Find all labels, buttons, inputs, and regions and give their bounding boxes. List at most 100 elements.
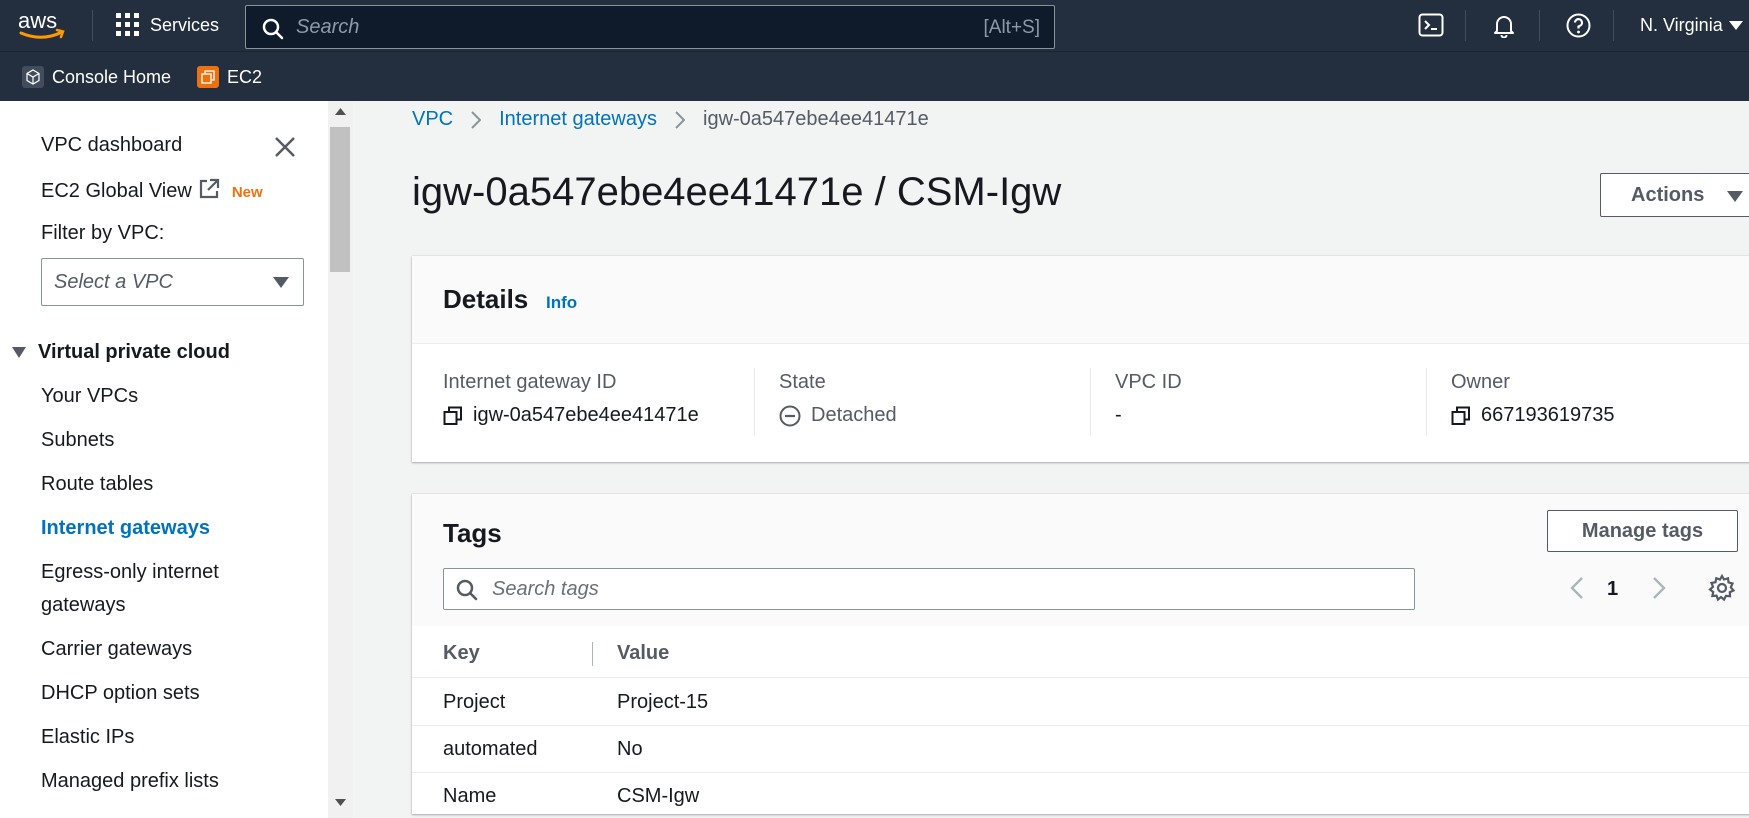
sidebar-item-managed-prefix-lists[interactable]: Managed prefix lists [41, 765, 291, 798]
services-menu-button[interactable]: Services [116, 13, 219, 37]
details-heading: Details [443, 284, 529, 314]
search-input[interactable] [296, 6, 896, 48]
tag-key: Name [443, 785, 497, 807]
cloudshell-icon[interactable] [1418, 13, 1444, 37]
details-header: Details Info [412, 256, 1749, 344]
select-placeholder: Select a VPC [54, 271, 173, 293]
services-label: Services [150, 14, 220, 35]
favorites-bar: Console Home EC2 [0, 51, 1749, 101]
manage-tags-button[interactable]: Manage tags [1547, 510, 1738, 552]
ec2-icon [197, 66, 219, 88]
favorite-ec2[interactable]: EC2 [197, 66, 262, 88]
sidebar-item-elastic-ips[interactable]: Elastic IPs [41, 721, 291, 754]
sidebar: VPC dashboard EC2 Global View New Filter … [0, 101, 330, 818]
table-row: automated No [412, 726, 1749, 773]
search-icon [456, 579, 478, 601]
sidebar-item-label: EC2 Global View [41, 180, 192, 202]
caret-down-icon [12, 346, 26, 358]
copy-icon[interactable] [443, 406, 463, 426]
global-search[interactable]: [Alt+S] [245, 5, 1055, 49]
chevron-right-icon[interactable] [1652, 576, 1666, 600]
sidebar-item-carrier-gateways[interactable]: Carrier gateways [41, 633, 291, 666]
sidebar-item-egress-only-internet-gateways[interactable]: Egress-only internet gateways [41, 556, 261, 622]
top-navigation: aws Services [Alt+S] N. Virginia [0, 0, 1749, 51]
sidebar-item-ec2-global-view[interactable]: EC2 Global View New [41, 178, 263, 203]
tags-heading: Tags [443, 518, 502, 548]
state-value: Detached [811, 404, 897, 426]
sidebar-item-dhcp-option-sets[interactable]: DHCP option sets [41, 677, 291, 710]
copy-icon[interactable] [1451, 406, 1471, 426]
breadcrumb-internet-gateways[interactable]: Internet gateways [499, 108, 657, 131]
actions-button[interactable]: Actions [1600, 173, 1749, 217]
scrollbar-thumb[interactable] [330, 127, 350, 272]
page-number[interactable]: 1 [1607, 578, 1618, 601]
divider [1426, 368, 1427, 436]
help-icon[interactable] [1566, 13, 1591, 38]
tag-value: Project-15 [617, 691, 709, 713]
bell-icon[interactable] [1492, 13, 1516, 38]
close-icon[interactable] [273, 135, 297, 159]
sidebar-item-your-vpcs[interactable]: Your VPCs [41, 380, 291, 413]
table-row: Name CSM-Igw [412, 773, 1749, 818]
caret-down-icon [273, 277, 289, 288]
breadcrumb: VPC Internet gateways igw-0a547ebe4ee414… [412, 108, 929, 131]
favorite-label: Console Home [52, 66, 172, 87]
caret-down-icon [1728, 20, 1743, 31]
divider [1539, 10, 1540, 41]
field-value: Detached [779, 404, 897, 427]
divider [1090, 368, 1091, 436]
field-value: 667193619735 [1451, 404, 1614, 427]
column-resize-handle[interactable] [592, 642, 593, 666]
chevron-right-icon [471, 110, 482, 129]
detached-status-icon [779, 405, 801, 427]
sidebar-item-vpc-dashboard[interactable]: VPC dashboard [41, 134, 182, 157]
info-link[interactable]: Info [546, 293, 577, 313]
tag-value: No [617, 738, 643, 760]
tags-search[interactable] [443, 568, 1415, 610]
column-header-value[interactable]: Value [617, 642, 669, 665]
region-label: N. Virginia [1640, 15, 1723, 35]
tags-panel: Tags Manage tags 1 Key Value Project Pro… [412, 494, 1749, 814]
favorite-label: EC2 [227, 66, 263, 87]
region-selector[interactable]: N. Virginia [1640, 15, 1743, 36]
tag-value: CSM-Igw [617, 785, 700, 807]
divider [1465, 10, 1466, 41]
actions-label: Actions [1631, 183, 1705, 206]
scroll-down-icon[interactable] [335, 799, 346, 807]
svg-text:aws: aws [18, 10, 57, 33]
tag-key: automated [443, 738, 538, 760]
grid-icon [116, 13, 140, 37]
filter-label: Filter by VPC: [41, 222, 165, 244]
cube-icon [22, 66, 44, 88]
sidebar-section-virtual-private-cloud[interactable]: Virtual private cloud [12, 341, 230, 364]
field-value: igw-0a547ebe4ee41471e [443, 404, 699, 427]
field-label: VPC ID [1115, 371, 1182, 393]
sidebar-item-subnets[interactable]: Subnets [41, 424, 291, 457]
field-label: Owner [1451, 371, 1510, 393]
vpc-filter-select[interactable]: Select a VPC [41, 258, 304, 306]
aws-logo[interactable]: aws [18, 10, 68, 40]
sidebar-scrollbar[interactable] [328, 101, 353, 818]
sidebar-item-route-tables[interactable]: Route tables [41, 468, 291, 501]
vpc-id-value: - [1115, 404, 1122, 426]
search-shortcut-hint: [Alt+S] [983, 17, 1041, 38]
breadcrumb-current: igw-0a547ebe4ee41471e [703, 108, 929, 130]
gear-icon[interactable] [1708, 574, 1736, 602]
external-link-icon [198, 178, 220, 200]
field-label: Internet gateway ID [443, 371, 617, 393]
tags-search-input[interactable] [492, 569, 1392, 609]
sidebar-item-internet-gateways[interactable]: Internet gateways [41, 512, 291, 545]
scroll-up-icon[interactable] [335, 107, 346, 115]
favorite-console-home[interactable]: Console Home [22, 66, 171, 88]
column-header-key[interactable]: Key [443, 642, 480, 665]
tags-table-header: Key Value [412, 632, 1749, 678]
search-icon [262, 18, 284, 40]
tag-key: Project [443, 691, 506, 713]
owner-value: 667193619735 [1481, 404, 1615, 426]
divider [754, 368, 755, 436]
breadcrumb-vpc[interactable]: VPC [412, 108, 453, 131]
igw-id-value: igw-0a547ebe4ee41471e [473, 404, 699, 426]
caret-down-icon [1727, 191, 1743, 202]
divider [1613, 10, 1614, 41]
chevron-left-icon[interactable] [1570, 576, 1584, 600]
